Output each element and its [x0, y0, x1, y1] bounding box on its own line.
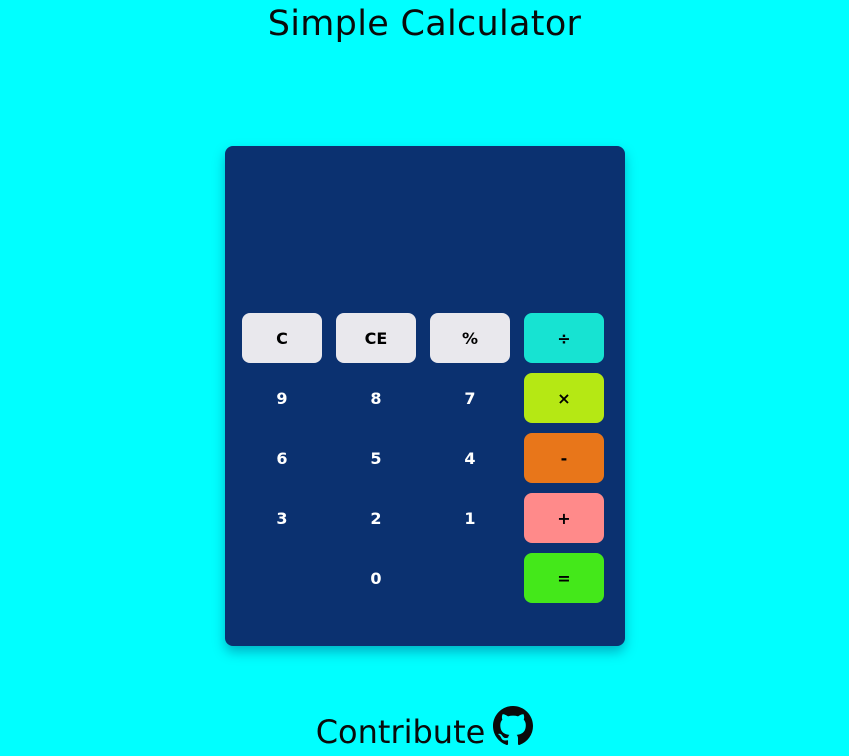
- digit-0-button[interactable]: 0: [336, 553, 416, 603]
- digit-7-button[interactable]: 7: [430, 373, 510, 423]
- contribute-link[interactable]: Contribute: [316, 700, 534, 748]
- percent-button[interactable]: %: [430, 313, 510, 363]
- digit-8-button[interactable]: 8: [336, 373, 416, 423]
- digit-2-button[interactable]: 2: [336, 493, 416, 543]
- clear-entry-button[interactable]: CE: [336, 313, 416, 363]
- footer: Contribute: [0, 700, 849, 748]
- calculator-panel: C CE % ÷ 9 8 7 × 6 5 4 - 3 2 1 + 0 =: [225, 146, 625, 646]
- github-icon[interactable]: [493, 706, 534, 746]
- digit-3-button[interactable]: 3: [242, 493, 322, 543]
- digit-5-button[interactable]: 5: [336, 433, 416, 483]
- contribute-label: Contribute: [315, 713, 486, 751]
- multiply-button[interactable]: ×: [524, 373, 604, 423]
- digit-9-button[interactable]: 9: [242, 373, 322, 423]
- equals-button[interactable]: =: [524, 553, 604, 603]
- divide-button[interactable]: ÷: [524, 313, 604, 363]
- clear-button[interactable]: C: [242, 313, 322, 363]
- calculator-display: [242, 163, 608, 303]
- digit-1-button[interactable]: 1: [430, 493, 510, 543]
- digit-6-button[interactable]: 6: [242, 433, 322, 483]
- add-button[interactable]: +: [524, 493, 604, 543]
- subtract-button[interactable]: -: [524, 433, 604, 483]
- digit-4-button[interactable]: 4: [430, 433, 510, 483]
- page-title: Simple Calculator: [267, 4, 582, 44]
